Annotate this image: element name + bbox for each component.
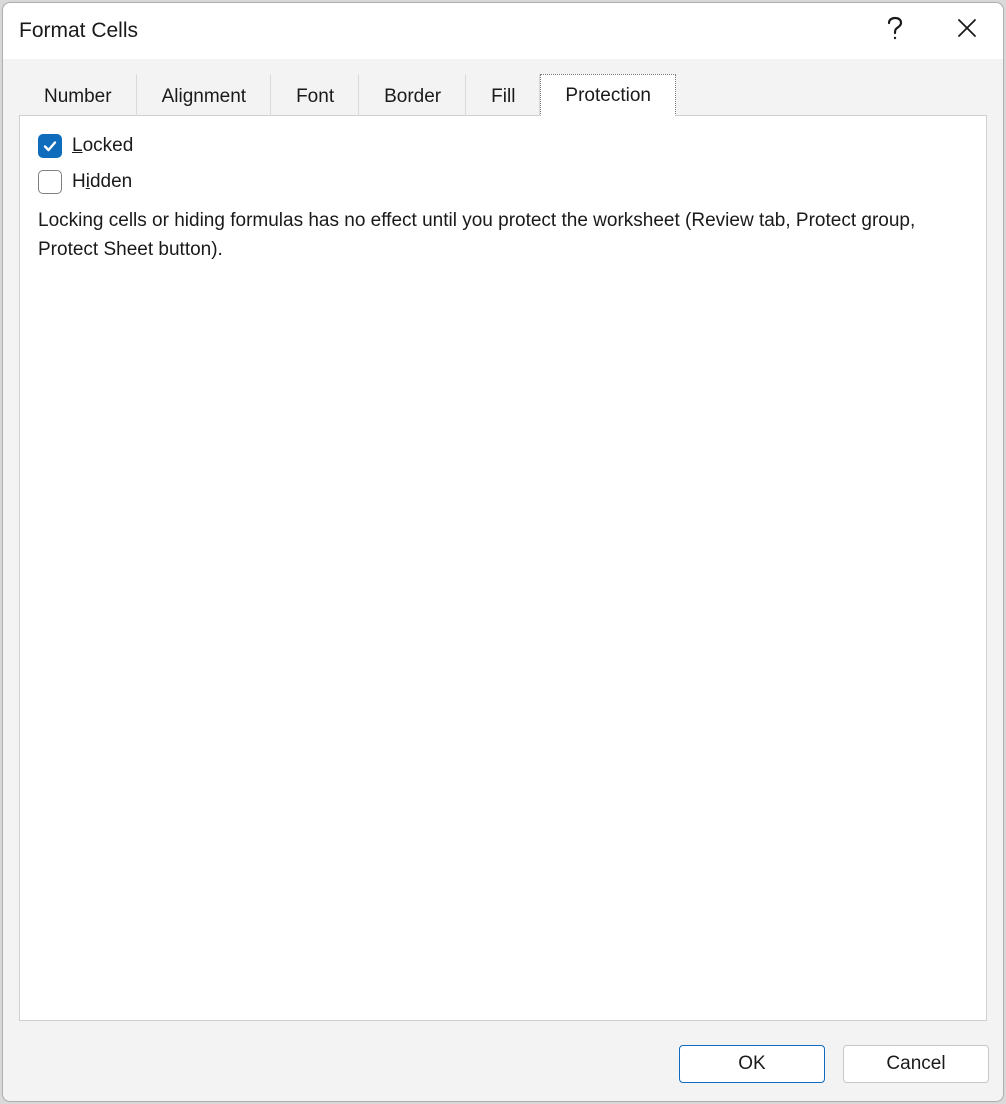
locked-accelerator: L bbox=[72, 135, 83, 156]
hidden-label[interactable]: Hidden bbox=[72, 171, 132, 193]
tab-protection[interactable]: Protection bbox=[540, 74, 676, 116]
tab-font[interactable]: Font bbox=[271, 74, 359, 116]
format-cells-dialog: Format Cells Number Alignment Font bbox=[2, 2, 1004, 1102]
dialog-client: Number Alignment Font Border Fill Protec… bbox=[3, 59, 1003, 1037]
dialog-title: Format Cells bbox=[19, 19, 873, 43]
ok-button[interactable]: OK bbox=[679, 1045, 825, 1083]
hidden-checkbox[interactable] bbox=[38, 170, 62, 194]
locked-checkbox[interactable] bbox=[38, 134, 62, 158]
tab-alignment[interactable]: Alignment bbox=[137, 74, 272, 116]
tab-fill[interactable]: Fill bbox=[466, 74, 540, 116]
locked-row: Locked bbox=[38, 134, 968, 158]
tab-panel-protection: Locked Hidden Locking cells or hiding fo… bbox=[19, 115, 987, 1021]
hidden-row: Hidden bbox=[38, 170, 968, 194]
protection-description: Locking cells or hiding formulas has no … bbox=[38, 206, 968, 265]
close-button[interactable] bbox=[945, 9, 989, 53]
dialog-footer: OK Cancel bbox=[3, 1037, 1003, 1101]
tab-number[interactable]: Number bbox=[19, 74, 137, 116]
help-button[interactable] bbox=[873, 9, 917, 53]
close-icon bbox=[957, 17, 977, 45]
locked-label[interactable]: Locked bbox=[72, 135, 133, 157]
tab-strip: Number Alignment Font Border Fill Protec… bbox=[19, 73, 987, 115]
hidden-label-rest: dden bbox=[90, 171, 132, 192]
titlebar: Format Cells bbox=[3, 3, 1003, 59]
cancel-button[interactable]: Cancel bbox=[843, 1045, 989, 1083]
tab-border[interactable]: Border bbox=[359, 74, 466, 116]
hidden-label-prefix: H bbox=[72, 171, 86, 192]
locked-label-rest: ocked bbox=[83, 135, 134, 156]
help-icon bbox=[887, 16, 903, 47]
